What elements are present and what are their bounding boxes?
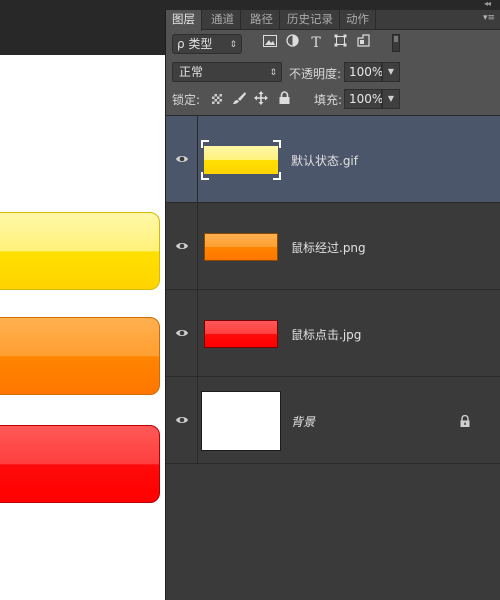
adjustment-filter-icon[interactable]	[283, 34, 301, 52]
eye-icon	[176, 330, 188, 336]
eye-icon	[176, 156, 188, 162]
layer-row-hover[interactable]: 鼠标经过.png	[166, 203, 500, 290]
visibility-toggle[interactable]	[166, 377, 198, 463]
lock-position-icon[interactable]	[253, 91, 269, 107]
opacity-input[interactable]: 100%	[344, 62, 383, 82]
lock-icon	[460, 415, 470, 427]
layer-filter-row: ρ 类型 ⇕ T	[166, 31, 500, 61]
tab-actions[interactable]: 动作	[340, 10, 376, 30]
visibility-toggle[interactable]	[166, 290, 198, 376]
image-filter-icon[interactable]	[261, 34, 279, 52]
blend-mode-select[interactable]: 正常 ⇕	[172, 62, 282, 82]
layer-thumbnail[interactable]	[201, 391, 281, 451]
layer-thumbnail[interactable]	[201, 130, 281, 190]
thumbnail-content	[204, 233, 278, 261]
filter-kind-label: ρ 类型	[177, 37, 213, 51]
visibility-toggle[interactable]	[166, 203, 198, 289]
tab-layers[interactable]: 图层	[166, 10, 202, 31]
blend-mode-value: 正常	[179, 65, 204, 79]
opacity-label: 不透明度:	[289, 67, 342, 81]
eye-icon	[176, 243, 188, 249]
layer-name[interactable]: 背景	[291, 413, 315, 430]
opacity-dropdown-icon[interactable]: ▼	[382, 62, 400, 82]
layer-name[interactable]: 默认状态.gif	[291, 152, 358, 169]
filter-kind-select[interactable]: ρ 类型 ⇕	[172, 34, 242, 54]
selection-corner	[273, 172, 281, 180]
layer-row-background[interactable]: 背景	[166, 377, 500, 464]
selection-corner	[273, 140, 281, 148]
document-canvas[interactable]	[0, 55, 165, 600]
blend-opacity-row: 正常 ⇕ 不透明度: 100% ▼	[166, 61, 500, 87]
selection-corner	[201, 140, 209, 148]
smart-object-filter-icon[interactable]	[354, 34, 372, 52]
lock-label: 锁定:	[172, 93, 201, 107]
lock-transparent-icon[interactable]	[209, 91, 225, 107]
chevron-updown-icon: ⇕	[229, 40, 237, 50]
layers-panel: 图层 通道 路径 历史记录 动作 ▾≡ ρ 类型 ⇕ T 正常 ⇕ 不透明度:	[165, 10, 500, 600]
fill-label: 填充:	[314, 93, 343, 107]
lock-fill-row: 锁定: 填充: 100% ▼	[166, 87, 500, 112]
thumbnail-content	[204, 146, 278, 174]
thumbnail-content	[204, 320, 278, 348]
layer-list: 默认状态.gif 鼠标经过.png 鼠标点击.jpg 背景	[166, 115, 500, 600]
tab-paths[interactable]: 路径	[244, 10, 280, 30]
dock-header-strip: ◂◂	[165, 0, 500, 10]
fill-input[interactable]: 100%	[344, 89, 383, 109]
button-press-state	[0, 425, 160, 503]
filter-toggle-switch[interactable]	[392, 34, 400, 52]
visibility-toggle[interactable]	[166, 116, 198, 202]
button-default-state	[0, 212, 160, 290]
document-canvas-area	[0, 0, 165, 600]
button-hover-state	[0, 317, 160, 395]
panel-menu-icon[interactable]: ▾≡	[483, 13, 495, 23]
layer-row-press[interactable]: 鼠标点击.jpg	[166, 290, 500, 377]
layer-row-default[interactable]: 默认状态.gif	[166, 116, 500, 203]
layer-name[interactable]: 鼠标经过.png	[291, 239, 366, 256]
fill-dropdown-icon[interactable]: ▼	[382, 89, 400, 109]
chevron-updown-icon: ⇕	[269, 68, 277, 78]
collapse-dock-icon[interactable]: ◂◂	[484, 0, 491, 8]
shape-filter-icon[interactable]	[331, 34, 349, 52]
selection-corner	[201, 172, 209, 180]
lock-pixels-icon[interactable]	[231, 91, 247, 107]
tab-history[interactable]: 历史记录	[281, 10, 340, 30]
layer-thumbnail[interactable]	[201, 304, 281, 364]
layer-name[interactable]: 鼠标点击.jpg	[291, 326, 361, 343]
tab-channels[interactable]: 通道	[205, 10, 241, 30]
lock-all-icon[interactable]	[276, 91, 292, 107]
type-filter-icon[interactable]: T	[307, 34, 325, 52]
panel-tab-bar: 图层 通道 路径 历史记录 动作 ▾≡	[166, 10, 500, 31]
layer-thumbnail[interactable]	[201, 217, 281, 277]
eye-icon	[176, 417, 188, 423]
